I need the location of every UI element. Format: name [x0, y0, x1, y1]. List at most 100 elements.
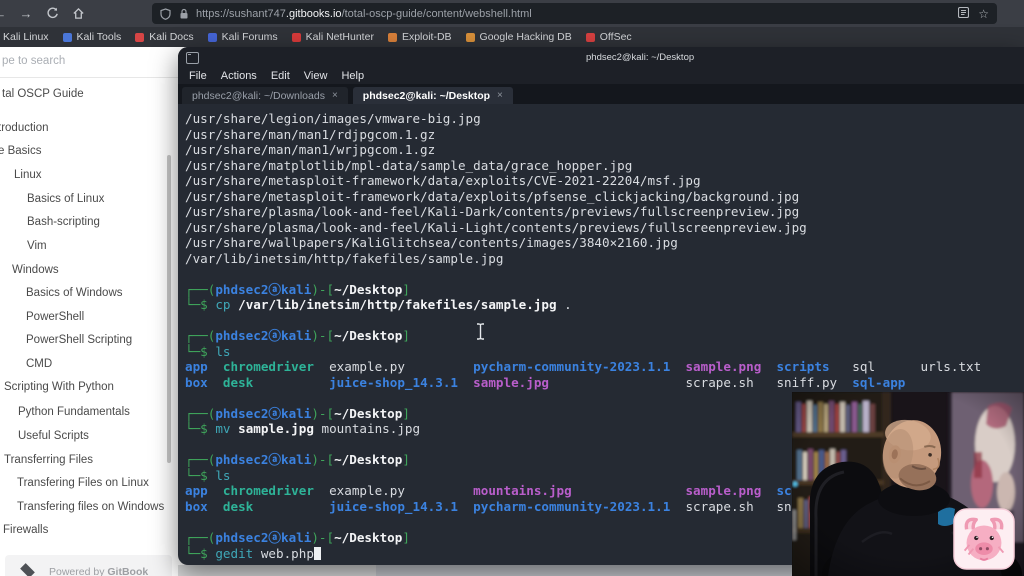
- terminal-titlebar[interactable]: phdsec2@kali: ~/Desktop: [178, 47, 1024, 68]
- terminal-tab-phdsec2-kali-desktop[interactable]: phdsec2@kali: ~/Desktop×: [353, 87, 513, 104]
- browser-toolbar: ← → https://sushant747.gitbooks.io/total…: [0, 0, 1024, 27]
- bookmark-kali-tools[interactable]: Kali Tools: [63, 31, 122, 43]
- search-input[interactable]: pe to search: [2, 55, 65, 67]
- bookmark-star-icon[interactable]: ☆: [978, 7, 989, 21]
- bookmark-kali-docs[interactable]: Kali Docs: [135, 31, 193, 43]
- address-bar[interactable]: https://sushant747.gitbooks.io/total-osc…: [152, 3, 997, 24]
- sidebar-item-vim[interactable]: Vim: [27, 240, 47, 252]
- terminal-text-segment: app: [185, 483, 208, 498]
- terminal-text-segment: juice-shop_14.3.1: [329, 499, 458, 514]
- bookmark-offsec[interactable]: OffSec: [586, 31, 632, 43]
- terminal-text-segment: [761, 483, 776, 498]
- terminal-text-segment: chromedriver: [223, 483, 314, 498]
- terminal-menu-view[interactable]: View: [297, 70, 335, 82]
- sidebar-item-transferring-files[interactable]: Transferring Files: [4, 454, 93, 466]
- terminal-line: /usr/share/plasma/look-and-feel/Kali-Lig…: [185, 220, 1024, 236]
- terminal-text-segment: /usr/share/plasma/look-and-feel/Kali-Dar…: [185, 204, 799, 219]
- pig-logo: [953, 508, 1015, 570]
- bookmark-label: Kali NetHunter: [306, 31, 374, 43]
- gitbook-footer[interactable]: Powered by GitBook: [5, 555, 172, 576]
- terminal-text-segment: [761, 359, 776, 374]
- terminal-line: ┌──(phdsec2ⓐkali)-[~/Desktop]: [185, 328, 1024, 344]
- sidebar-item-python-fundamentals[interactable]: Python Fundamentals: [18, 406, 130, 418]
- bookmark-kali-forums[interactable]: Kali Forums: [208, 31, 278, 43]
- bookmark-google-hacking-db[interactable]: Google Hacking DB: [466, 31, 572, 43]
- bookmark-kali-linux[interactable]: Kali Linux: [3, 31, 49, 43]
- gitbook-sidebar: pe to search Powered by GitBook tal OSCP…: [0, 47, 178, 576]
- terminal-text-segment: phdsec2ⓐkali: [215, 530, 311, 545]
- sidebar-item-basics-of-linux[interactable]: Basics of Linux: [27, 193, 104, 205]
- home-icon[interactable]: [70, 6, 86, 22]
- sidebar-item-transfering-files-on-linux[interactable]: Transfering Files on Linux: [17, 477, 149, 489]
- sidebar-scrollbar[interactable]: [167, 155, 171, 463]
- sidebar-item-scripting-with-python[interactable]: Scripting With Python: [4, 381, 114, 393]
- terminal-text-segment: [314, 483, 329, 498]
- bookmark-exploit-db[interactable]: Exploit-DB: [388, 31, 452, 43]
- terminal-text-segment: mv: [215, 421, 230, 436]
- terminal-menu-actions[interactable]: Actions: [214, 70, 264, 82]
- sidebar-item-transfering-files-on-windows[interactable]: Transfering files on Windows: [17, 501, 164, 513]
- terminal-text-segment: juice-shop_14.3.1: [329, 375, 458, 390]
- terminal-text-segment: ┌──(: [185, 530, 215, 545]
- terminal-text-segment: [231, 421, 239, 436]
- terminal-text-segment: sql urls.txt: [830, 359, 982, 374]
- bookmark-label: Exploit-DB: [402, 31, 452, 43]
- terminal-menu-help[interactable]: Help: [334, 70, 371, 82]
- terminal-text-segment: /var/lib/inetsim/http/fakefiles/sample.j…: [238, 297, 556, 312]
- bookmark-kali-nethunter[interactable]: Kali NetHunter: [292, 31, 374, 43]
- sidebar-item-cmd[interactable]: CMD: [26, 358, 52, 370]
- terminal-line: [185, 266, 1024, 282]
- terminal-tab-phdsec2-kali-downloads[interactable]: phdsec2@kali: ~/Downloads ×: [182, 87, 348, 104]
- terminal-text-segment: /var/lib/inetsim/http/fakefiles/sample.j…: [185, 251, 503, 266]
- terminal-text-segment: ]: [402, 328, 410, 343]
- reload-icon[interactable]: [44, 6, 60, 22]
- sidebar-item-basics-of-windows[interactable]: Basics of Windows: [26, 287, 123, 299]
- terminal-text-segment: [253, 375, 329, 390]
- terminal-line: /usr/share/wallpapers/KaliGlitchsea/cont…: [185, 235, 1024, 251]
- sidebar-item-troduction[interactable]: troduction: [0, 122, 49, 134]
- terminal-text-segment: ]: [402, 406, 410, 421]
- terminal-text-segment: [208, 375, 223, 390]
- sidebar-item-tal-oscp-guide[interactable]: tal OSCP Guide: [2, 88, 84, 100]
- tab-label: phdsec2@kali: ~/Downloads: [192, 90, 325, 102]
- terminal-text-segment: └─$: [185, 546, 215, 561]
- sidebar-item-powershell[interactable]: PowerShell: [26, 311, 84, 323]
- sidebar-item-powershell-scripting[interactable]: PowerShell Scripting: [26, 334, 132, 346]
- terminal-text-segment: /usr/share/plasma/look-and-feel/Kali-Lig…: [185, 220, 807, 235]
- terminal-text-segment: cp: [215, 297, 230, 312]
- terminal-text-segment: └─$: [185, 468, 215, 483]
- sidebar-item-e-basics[interactable]: e Basics: [0, 145, 41, 157]
- terminal-text-segment: )-[: [311, 406, 334, 421]
- sidebar-item-windows[interactable]: Windows: [12, 264, 59, 276]
- terminal-text-segment: ]: [402, 282, 410, 297]
- terminal-text-segment: [458, 375, 473, 390]
- forward-icon[interactable]: →: [18, 6, 34, 22]
- bookmark-label: Kali Docs: [149, 31, 193, 43]
- terminal-text-segment: scripts: [776, 359, 829, 374]
- sidebar-item-bash-scripting[interactable]: Bash-scripting: [27, 216, 100, 228]
- sidebar-item-linux[interactable]: Linux: [14, 169, 42, 181]
- terminal-text-segment: [253, 499, 329, 514]
- terminal-text-segment: example.py: [329, 483, 473, 498]
- reader-mode-icon[interactable]: [958, 7, 969, 21]
- terminal-text-segment: app: [185, 359, 208, 374]
- mouse-text-cursor: [475, 323, 486, 345]
- shield-icon[interactable]: [160, 8, 171, 20]
- terminal-line: /usr/share/man/man1/rdjpgcom.1.gz: [185, 127, 1024, 143]
- terminal-menu-file[interactable]: File: [182, 70, 214, 82]
- terminal-text-segment: /usr/share/man/man1/rdjpgcom.1.gz: [185, 127, 435, 142]
- sidebar-item-firewalls[interactable]: Firewalls: [3, 524, 48, 536]
- terminal-text-segment: ~/Desktop: [334, 406, 402, 421]
- sidebar-item-useful-scripts[interactable]: Useful Scripts: [18, 430, 89, 442]
- terminal-text-segment: [231, 297, 239, 312]
- tab-close-icon[interactable]: ×: [497, 90, 503, 101]
- terminal-menubar: FileActionsEditViewHelp: [178, 68, 1024, 84]
- terminal-line: /usr/share/matplotlib/mpl-data/sample_da…: [185, 158, 1024, 174]
- kali-docs-icon: [135, 33, 144, 42]
- back-icon[interactable]: ←: [0, 6, 8, 22]
- terminal-text-segment: pycharm-community-2023.1.1: [473, 499, 670, 514]
- tab-close-icon[interactable]: ×: [332, 90, 338, 101]
- terminal-text-segment: phdsec2ⓐkali: [215, 282, 311, 297]
- kali-forums-icon: [208, 33, 217, 42]
- terminal-menu-edit[interactable]: Edit: [264, 70, 297, 82]
